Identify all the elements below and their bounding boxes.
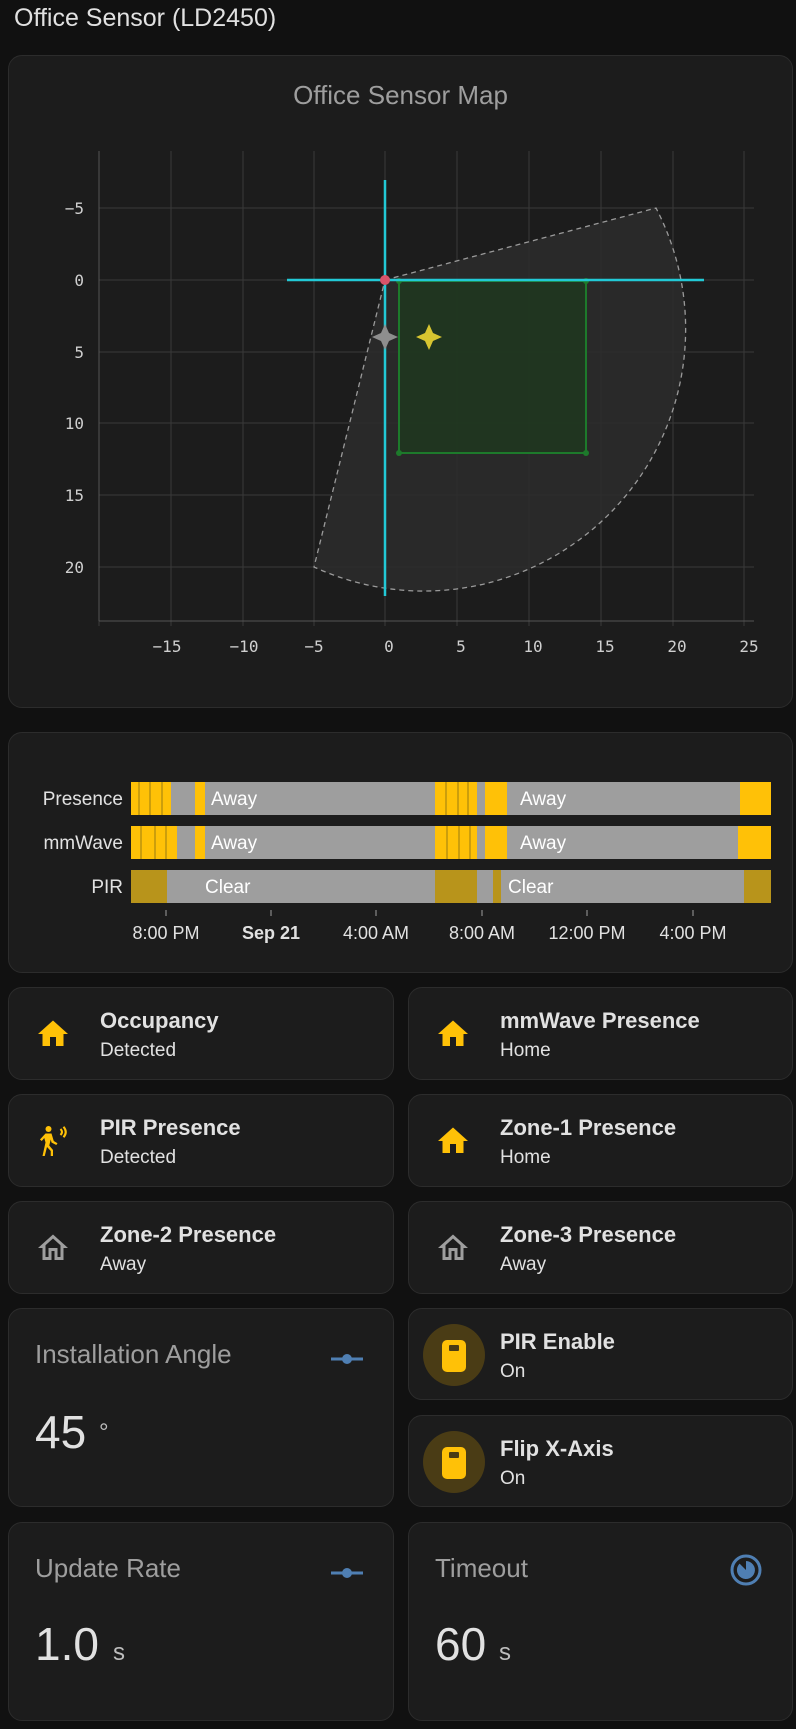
home-icon xyxy=(38,1020,68,1046)
y-tick-label: 5 xyxy=(74,343,84,362)
time-tick-label: 4:00 PM xyxy=(659,923,726,943)
update-rate-value: 1.0 xyxy=(35,1618,99,1670)
tile-state: Home xyxy=(500,1147,551,1168)
update-rate-label: Update Rate xyxy=(35,1553,181,1583)
slider-icon[interactable] xyxy=(329,1351,365,1367)
update-rate-card[interactable]: Update Rate 1.0 s xyxy=(8,1522,394,1721)
update-rate-unit: s xyxy=(113,1639,125,1666)
state-label: Away xyxy=(211,833,258,854)
presence-timeline-row: Away Away xyxy=(131,782,771,815)
x-tick-label: 0 xyxy=(384,637,394,656)
slider-icon[interactable] xyxy=(329,1565,365,1581)
sensor-origin-marker xyxy=(380,275,390,285)
home-icon xyxy=(438,1020,468,1046)
tile-state: Away xyxy=(100,1254,147,1275)
tile-name: Flip X-Axis xyxy=(500,1436,614,1461)
tile-name: PIR Enable xyxy=(500,1329,615,1354)
tile-state: Detected xyxy=(100,1040,177,1061)
history-row-label: Presence xyxy=(43,789,123,810)
occupancy-tile[interactable]: Occupancy Detected xyxy=(8,987,394,1080)
time-tick-label: 8:00 AM xyxy=(449,923,515,943)
tile-name: PIR Presence xyxy=(100,1115,241,1140)
tile-name: Occupancy xyxy=(100,1008,219,1033)
sensor-map-plot[interactable]: −15 −10 −5 0 5 10 15 20 25 −5 0 5 10 15 … xyxy=(9,56,794,709)
motion-sensor-icon xyxy=(39,1126,67,1156)
timeout-value: 60 xyxy=(435,1618,487,1670)
sensor-map-card: Office Sensor Map −15 −10 −5 0 5 10 15 2… xyxy=(8,55,793,708)
x-tick-label: 5 xyxy=(456,637,466,656)
zone-1-presence-tile[interactable]: Zone-1 Presence Home xyxy=(408,1094,793,1187)
home-icon xyxy=(438,1127,468,1153)
y-tick-label: 20 xyxy=(65,558,84,577)
x-tick-label: 20 xyxy=(667,637,686,656)
y-tick-label: 10 xyxy=(65,414,84,433)
tile-name: Zone-1 Presence xyxy=(500,1115,677,1140)
tile-state: On xyxy=(500,1468,526,1489)
zone-3-presence-tile[interactable]: Zone-3 Presence Away xyxy=(408,1201,793,1294)
tile-name: Zone-3 Presence xyxy=(500,1222,677,1247)
y-tick-label: 0 xyxy=(74,271,84,290)
installation-angle-label: Installation Angle xyxy=(35,1339,232,1369)
home-outline-icon xyxy=(438,1234,468,1260)
tile-state: Away xyxy=(500,1254,547,1275)
x-tick-label: −5 xyxy=(304,637,323,656)
y-tick-label: 15 xyxy=(65,486,84,505)
y-tick-label: −5 xyxy=(65,199,84,218)
tile-state: Detected xyxy=(100,1147,177,1168)
timeout-label: Timeout xyxy=(435,1553,528,1583)
pir-enable-tile[interactable]: PIR Enable On xyxy=(408,1308,793,1400)
tile-state: Home xyxy=(500,1040,551,1061)
x-tick-label: 25 xyxy=(739,637,758,656)
history-row-label: PIR xyxy=(91,877,123,898)
switch-icon xyxy=(442,1340,466,1372)
time-tick-label: 8:00 PM xyxy=(132,923,199,943)
pir-timeline-row: Clear Clear xyxy=(131,870,771,903)
tile-name: Zone-2 Presence xyxy=(100,1222,277,1247)
tile-state: On xyxy=(500,1361,526,1382)
x-tick-label: −15 xyxy=(153,637,182,656)
time-tick-label: 12:00 PM xyxy=(548,923,625,943)
page-title: Office Sensor (LD2450) xyxy=(14,4,277,32)
state-label: Clear xyxy=(508,877,554,898)
x-tick-label: −10 xyxy=(230,637,259,656)
state-label: Away xyxy=(520,789,567,810)
zone-1-corner xyxy=(396,450,402,456)
x-tick-label: 15 xyxy=(595,637,614,656)
x-tick-label: 10 xyxy=(523,637,542,656)
state-label: Away xyxy=(520,833,567,854)
tile-name: mmWave Presence xyxy=(500,1008,700,1033)
zone-1-corner xyxy=(583,450,589,456)
mmwave-presence-tile[interactable]: mmWave Presence Home xyxy=(408,987,793,1080)
switch-icon-badge xyxy=(423,1431,485,1493)
pir-presence-tile[interactable]: PIR Presence Detected xyxy=(8,1094,394,1187)
history-graph-card: Presence Away Away mmWave Away Away PIR … xyxy=(8,732,793,973)
time-tick-label: Sep 21 xyxy=(242,923,300,943)
zone-1-rect xyxy=(398,280,587,454)
timeout-unit: s xyxy=(499,1639,511,1666)
timer-icon[interactable] xyxy=(729,1553,763,1587)
installation-angle-card[interactable]: Installation Angle 45 ° xyxy=(8,1308,394,1507)
installation-angle-value: 45 xyxy=(35,1406,87,1458)
history-timeline[interactable]: Presence Away Away mmWave Away Away PIR … xyxy=(9,733,794,974)
switch-icon-badge xyxy=(423,1324,485,1386)
installation-angle-unit: ° xyxy=(99,1419,109,1446)
zone-2-presence-tile[interactable]: Zone-2 Presence Away xyxy=(8,1201,394,1294)
state-label: Away xyxy=(211,789,258,810)
switch-icon xyxy=(442,1447,466,1479)
history-row-label: mmWave xyxy=(43,833,123,854)
state-label: Clear xyxy=(205,877,251,898)
home-outline-icon xyxy=(38,1234,68,1260)
timeout-card[interactable]: Timeout 60 s xyxy=(408,1522,793,1721)
time-tick-label: 4:00 AM xyxy=(343,923,409,943)
mmwave-timeline-row: Away Away xyxy=(131,826,771,859)
flip-x-axis-tile[interactable]: Flip X-Axis On xyxy=(408,1415,793,1507)
